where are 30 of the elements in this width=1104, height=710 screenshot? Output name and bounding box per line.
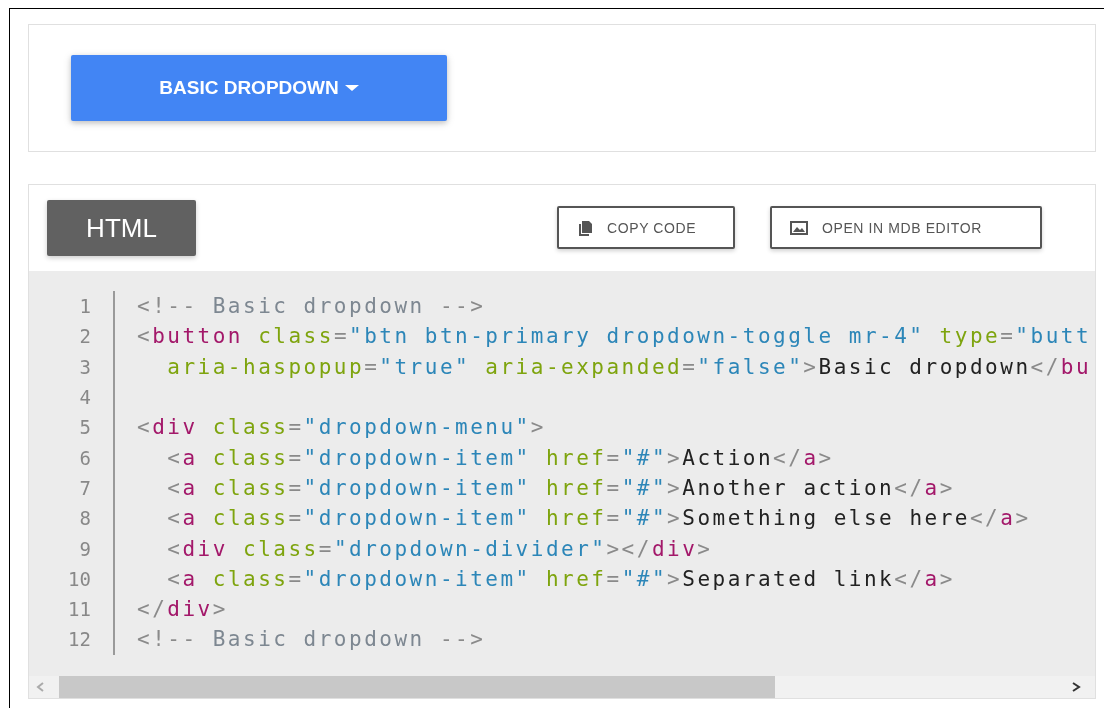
dropdown-button[interactable]: BASIC DROPDOWN [71, 55, 447, 121]
line-number: 2 [78, 325, 91, 348]
line-number: 11 [67, 598, 91, 621]
line-number: 3 [78, 355, 91, 378]
line-number: 12 [67, 628, 91, 651]
image-icon [790, 220, 808, 235]
copy-icon [577, 219, 593, 236]
open-editor-button[interactable]: OPEN IN MDB EDITOR [770, 206, 1042, 249]
html-tab[interactable]: HTML [47, 200, 196, 256]
line-number: 4 [78, 386, 91, 409]
line-number: 10 [67, 567, 91, 590]
code-line: <a class="dropdown-item" href="#">Another action</a> [166, 475, 955, 500]
code-line: </div> [137, 597, 228, 622]
caret-icon [344, 85, 359, 91]
line-number: 8 [78, 507, 91, 530]
code-line: <a class="dropdown-item" href="#">Separated link</a> [166, 566, 955, 591]
code-line: <div class="dropdown-divider"></div> [166, 536, 713, 561]
code-line: <a class="dropdown-item" href="#">Action</a> [166, 445, 834, 470]
code-line: <div class="dropdown-menu"> [137, 415, 546, 440]
line-number: 9 [78, 537, 91, 560]
code-line: aria-haspopup="true" aria-expanded="false">Basic dropdown</bu [166, 354, 1092, 379]
code-line: <a class="dropdown-item" href="#">Something else here</a> [166, 506, 1031, 531]
line-number: 7 [78, 476, 91, 499]
copy-code-button[interactable]: COPY CODE [557, 206, 735, 249]
line-number: 5 [78, 416, 91, 439]
line-number: 6 [78, 446, 91, 469]
line-number: 1 [78, 295, 91, 318]
code-line: <button class="btn btn-primary dropdown-toggle mr-4" type="butt [137, 324, 1092, 349]
code-line: <!-- Basic dropdown --> [137, 294, 486, 319]
code-line: <!-- Basic dropdown --> [137, 627, 486, 652]
